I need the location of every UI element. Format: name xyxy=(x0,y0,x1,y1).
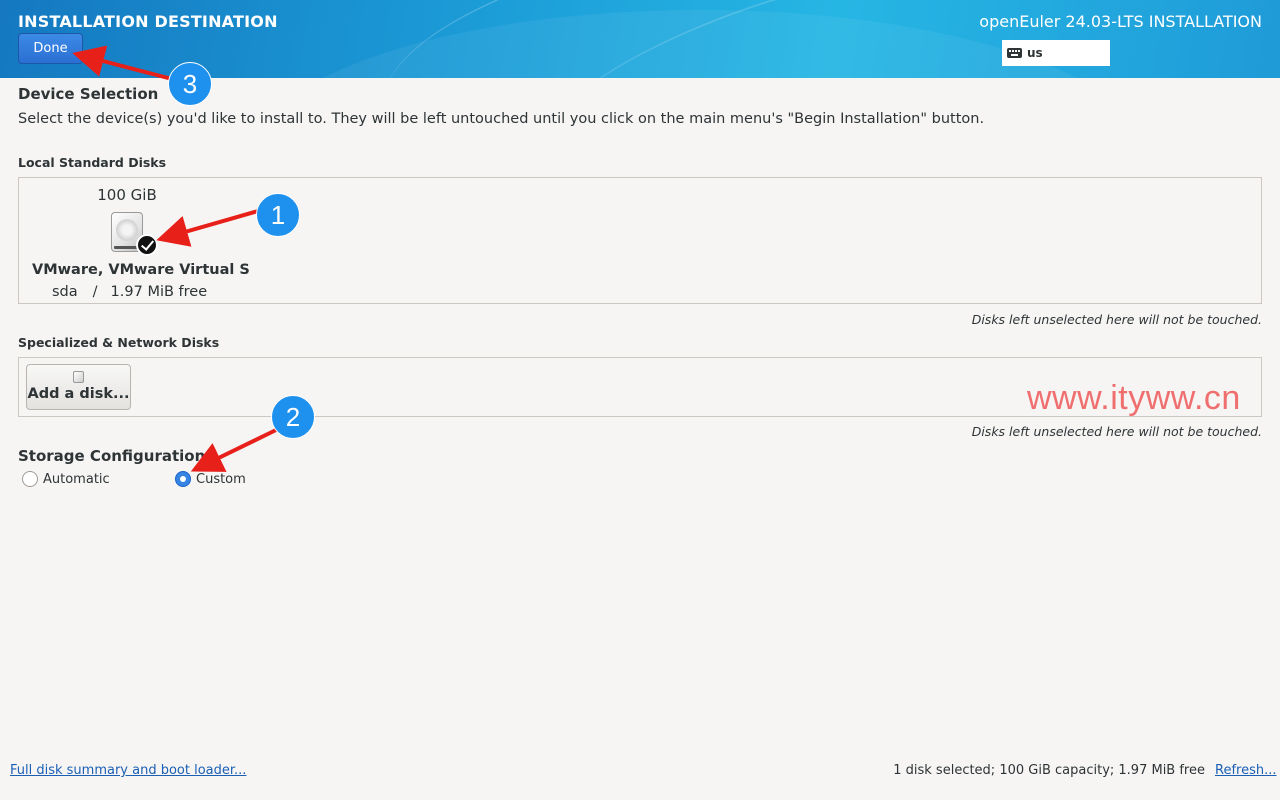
disk-name: VMware, VMware Virtual S xyxy=(32,262,250,278)
keyboard-icon xyxy=(1007,48,1022,58)
disk-separator: / xyxy=(92,284,98,300)
radio-automatic-indicator[interactable] xyxy=(22,471,38,487)
radio-custom-indicator[interactable] xyxy=(175,471,191,487)
storage-configuration-title: Storage Configuration xyxy=(18,447,206,465)
annotation-badge-2: 2 xyxy=(271,395,315,439)
full-disk-summary-link[interactable]: Full disk summary and boot loader... xyxy=(10,763,246,778)
product-title: openEuler 24.03-LTS INSTALLATION xyxy=(979,12,1262,31)
disk-item-sda[interactable]: 100 GiB VMware, VMware Virtual S sda / 1.9… xyxy=(27,182,250,300)
keyboard-layout-label: us xyxy=(1027,46,1043,60)
page-title: INSTALLATION DESTINATION xyxy=(18,12,278,31)
disk-free: 1.97 MiB free xyxy=(110,284,208,300)
network-disks-title: Specialized & Network Disks xyxy=(18,335,220,350)
local-disks-title: Local Standard Disks xyxy=(18,155,167,170)
done-button[interactable]: Done xyxy=(18,33,83,64)
device-selection-title: Device Selection xyxy=(18,85,159,103)
annotation-badge-1: 1 xyxy=(256,193,300,237)
watermark-text: www.ityww.cn xyxy=(1027,379,1241,417)
radio-automatic-label: Automatic xyxy=(43,471,110,487)
disk-meta: sda / 1.97 MiB free xyxy=(52,284,207,300)
disk-icon xyxy=(73,371,84,383)
network-disks-note: Disks left unselected here will not be t… xyxy=(971,424,1262,439)
keyboard-layout-indicator[interactable]: us xyxy=(1002,40,1110,66)
local-disks-note: Disks left unselected here will not be t… xyxy=(971,312,1262,327)
annotation-badge-3: 3 xyxy=(168,62,212,106)
radio-custom[interactable]: Custom xyxy=(175,471,246,487)
radio-custom-label: Custom xyxy=(196,471,246,487)
add-disk-button[interactable]: Add a disk... xyxy=(26,364,131,410)
disk-summary-status: 1 disk selected; 100 GiB capacity; 1.97 … xyxy=(893,763,1205,778)
disk-size: 100 GiB xyxy=(97,186,157,204)
annotation-arrow-2 xyxy=(190,428,277,472)
checkmark-icon xyxy=(136,234,158,256)
local-disks-panel: 100 GiB VMware, VMware Virtual S sda / 1.9… xyxy=(18,177,1262,304)
radio-automatic[interactable]: Automatic xyxy=(22,471,110,487)
refresh-link[interactable]: Refresh... xyxy=(1215,763,1277,778)
add-disk-label: Add a disk... xyxy=(27,386,130,402)
device-selection-description: Select the device(s) you'd like to insta… xyxy=(18,111,985,127)
disk-device: sda xyxy=(52,284,78,300)
